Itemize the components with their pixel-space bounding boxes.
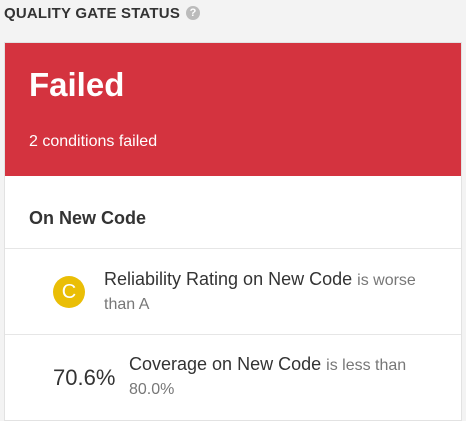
status-label: Failed [29,66,125,103]
condition-metric: Reliability Rating on New Code [104,269,353,289]
condition-value: 70.6% [53,365,116,390]
status-banner: Failed 2 conditions failed [5,43,461,176]
condition-threshold: than A [104,296,150,313]
quality-gate-title: QUALITY GATE STATUS [4,4,181,22]
condition-row-reliability[interactable]: C Reliability Rating on New Code is wors… [5,248,461,334]
condition-operator: is worse [357,272,416,289]
condition-text: Coverage on New Code is less than 80.0% [129,353,449,401]
quality-gate-header: QUALITY GATE STATUS ? [4,3,201,23]
help-icon[interactable]: ? [186,6,201,20]
section-title-new-code: On New Code [29,208,147,228]
condition-threshold: 80.0% [129,381,175,398]
condition-text: Reliability Rating on New Code is worse … [104,268,454,316]
quality-gate-card: Failed 2 conditions failed On New Code C… [4,42,462,421]
condition-row-coverage[interactable]: 70.6% Coverage on New Code is less than … [5,334,461,420]
condition-operator: is less than [326,357,407,374]
conditions-failed-link[interactable]: 2 conditions failed [29,132,157,152]
condition-metric: Coverage on New Code [129,354,322,374]
rating-badge: C [53,276,85,308]
